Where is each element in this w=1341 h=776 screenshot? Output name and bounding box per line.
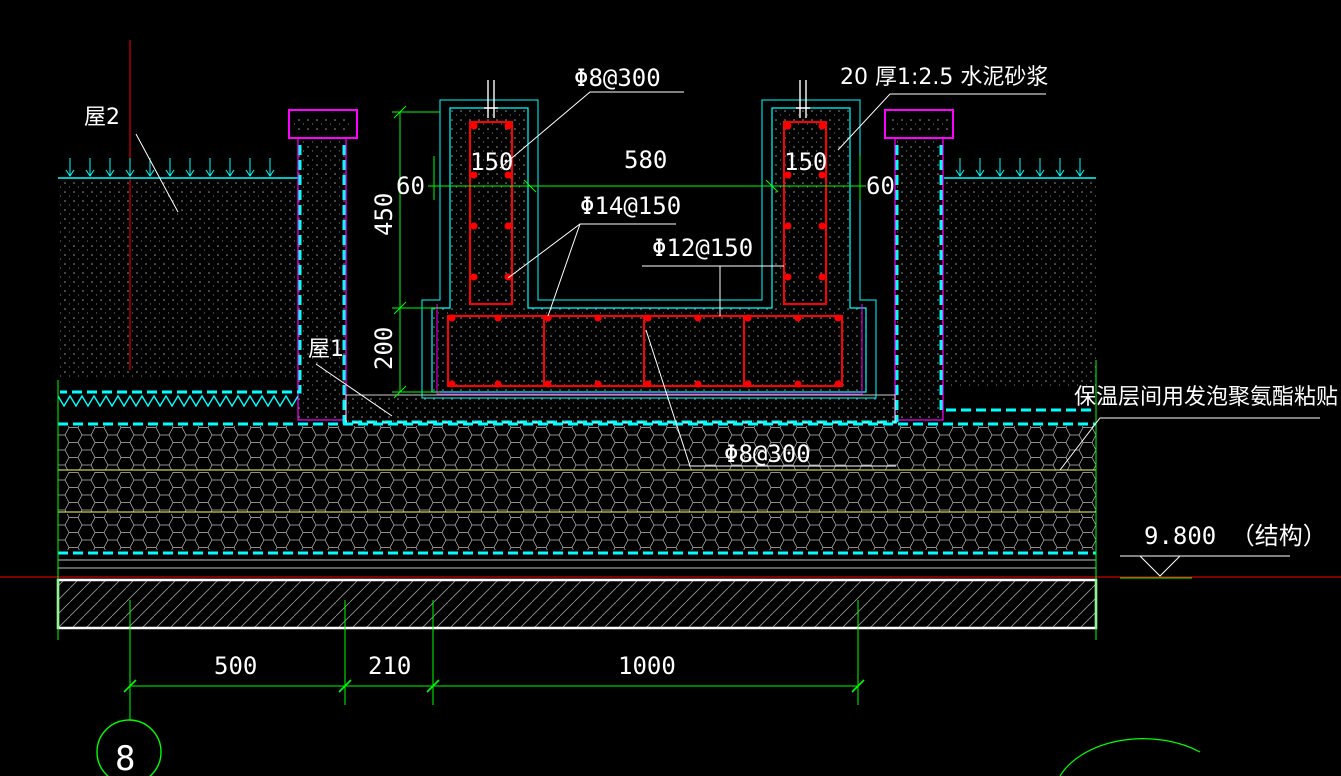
label-rebar-phi8-bottom: Φ8@300	[724, 440, 811, 468]
structural-slab	[56, 578, 1098, 630]
mortar-slab	[345, 394, 896, 424]
wall-cap-fill-right	[890, 116, 948, 132]
label-roof1: 屋1	[308, 337, 344, 362]
label-insulation-note: 保温层间用发泡聚氨酯粘贴	[1074, 385, 1338, 410]
label-dim-150-left: 150	[470, 148, 513, 176]
soil-left	[58, 178, 298, 380]
elevation-symbol	[1120, 555, 1290, 577]
label-rebar-phi12: Φ12@150	[652, 234, 753, 262]
insulation-zigzag-left	[57, 394, 299, 408]
cad-detail-drawing: 屋2 屋1 Φ8@300 20 厚1:2.5 水泥砂浆 150 150 580 …	[0, 40, 1341, 776]
label-rebar-phi8-top: Φ8@300	[574, 64, 661, 92]
grade-ticks-left	[65, 158, 275, 177]
soil-right	[944, 178, 1096, 388]
insulation-layer-2	[58, 472, 1096, 512]
label-dim-450: 450	[370, 193, 398, 236]
insulation-layer-1	[58, 426, 1096, 470]
label-rebar-phi14: Φ14@150	[580, 192, 681, 220]
label-dim-60-left: 60	[396, 172, 425, 200]
label-elevation: 9.800 （结构）	[1144, 522, 1327, 550]
wall-cap-fill-left	[294, 116, 352, 132]
corner-arc	[1059, 738, 1201, 776]
label-mortar-note: 20 厚1:2.5 水泥砂浆	[840, 65, 1048, 90]
wall-right	[894, 137, 944, 421]
label-dim-580: 580	[624, 146, 667, 174]
label-dim-1000: 1000	[618, 652, 676, 680]
insulation-layer-3	[58, 514, 1096, 550]
label-dim-200: 200	[370, 327, 398, 370]
label-axis-8: 8	[115, 739, 135, 776]
wall-left	[297, 137, 347, 421]
grade-ticks-right	[955, 158, 1085, 177]
label-dim-500: 500	[214, 652, 257, 680]
label-dim-60-right: 60	[866, 172, 895, 200]
label-dim-210: 210	[368, 652, 411, 680]
label-dim-150-right: 150	[784, 148, 827, 176]
label-roof2: 屋2	[84, 105, 120, 130]
